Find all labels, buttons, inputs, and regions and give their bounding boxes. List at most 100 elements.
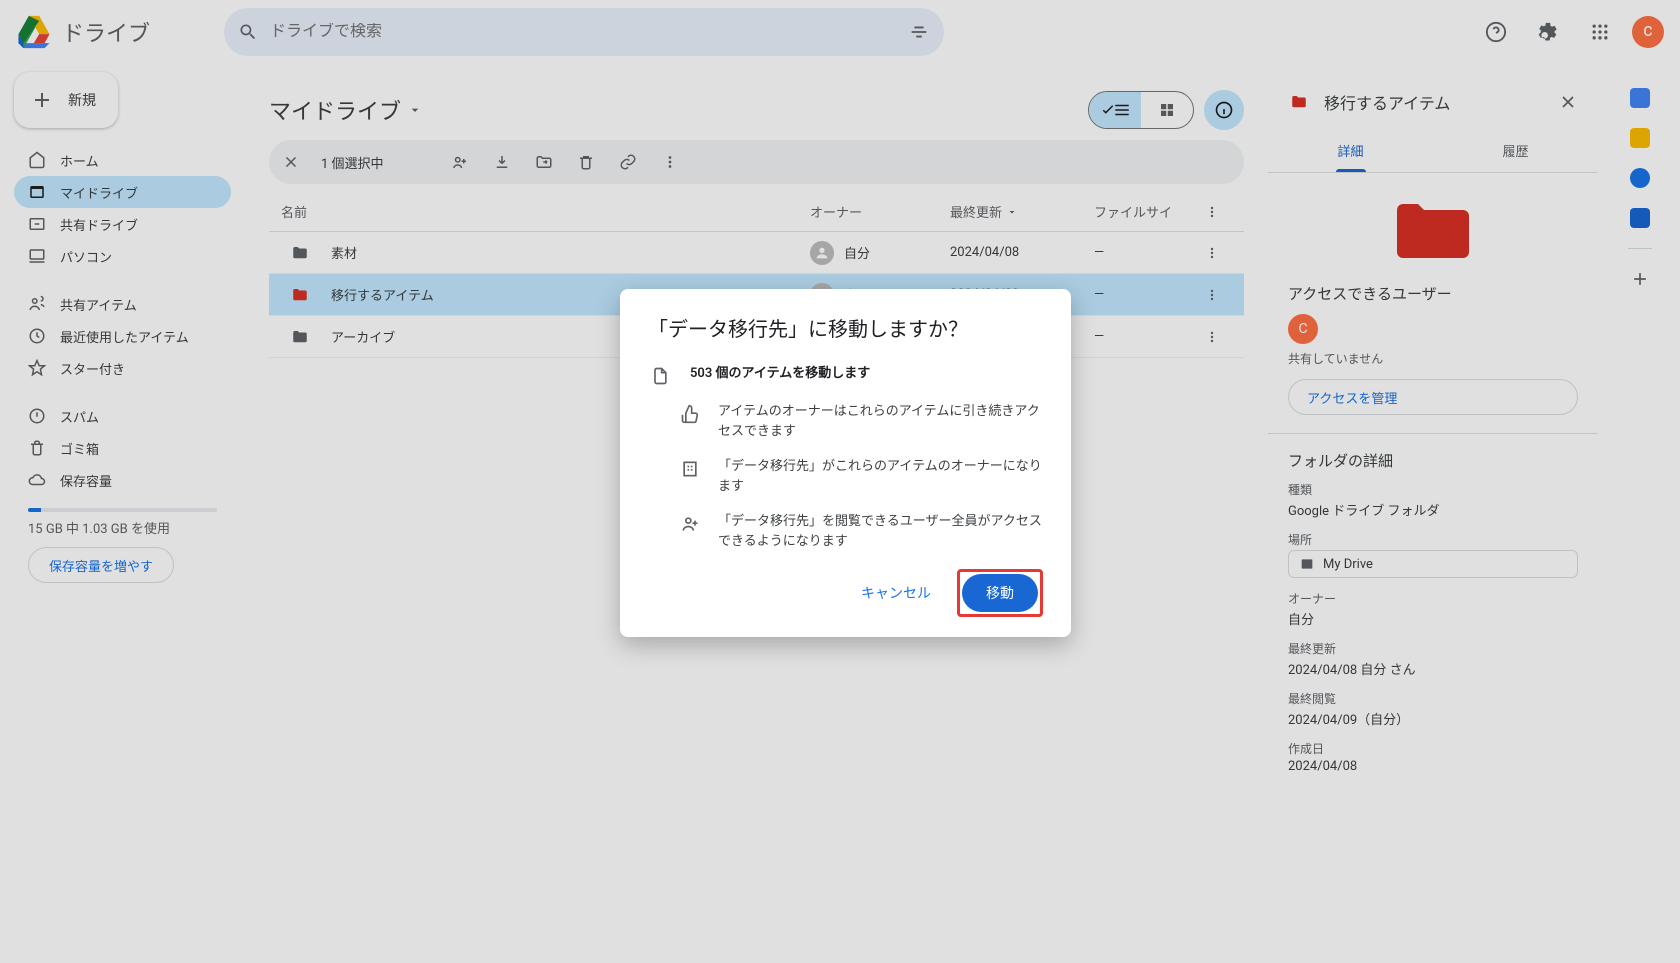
tab-history[interactable]: 履歴 — [1433, 128, 1598, 172]
tab-details[interactable]: 詳細 — [1268, 128, 1433, 172]
col-size-header[interactable]: ファイルサイ — [1094, 202, 1204, 221]
folder-icon — [289, 286, 311, 304]
storage-text: 15 GB 中 1.03 GB を使用 — [14, 518, 231, 537]
col-name-header[interactable]: 名前 — [281, 202, 307, 221]
folder-icon — [289, 244, 311, 262]
delete-button[interactable] — [574, 153, 598, 171]
link-button[interactable] — [616, 153, 640, 171]
search-icon — [238, 22, 258, 42]
grid-view-button[interactable] — [1141, 92, 1193, 128]
nav-trash[interactable]: ゴミ箱 — [14, 432, 231, 464]
dialog-title: 「データ移行先」に移動しますか？ — [648, 313, 1043, 342]
shared-drives-icon — [28, 215, 46, 233]
access-heading: アクセスできるユーザー — [1288, 283, 1578, 304]
nav-shared-drives[interactable]: 共有ドライブ — [14, 208, 231, 240]
file-check-icon — [648, 364, 672, 386]
modified-date: 2024/04/08 — [950, 245, 1094, 260]
download-button[interactable] — [490, 153, 514, 171]
calendar-app-icon[interactable] — [1630, 88, 1650, 108]
nav-spam[interactable]: スパム — [14, 400, 231, 432]
location-chip[interactable]: My Drive — [1288, 550, 1578, 578]
owner-name: 自分 — [844, 243, 870, 262]
manage-access-button[interactable]: アクセスを管理 — [1288, 379, 1578, 415]
people-icon — [28, 295, 46, 313]
details-title: 移行するアイテム — [1324, 90, 1544, 114]
row-more-button[interactable] — [1204, 245, 1244, 261]
move-confirm-button[interactable]: 移動 — [962, 574, 1038, 612]
person-add-icon — [648, 512, 700, 551]
contacts-app-icon[interactable] — [1630, 208, 1650, 228]
spam-icon — [28, 407, 46, 425]
file-size: — — [1094, 287, 1204, 302]
move-confirm-dialog: 「データ移行先」に移動しますか？ 503 個のアイテムを移動します アイテムのオ… — [620, 289, 1071, 637]
cancel-button[interactable]: キャンセル — [847, 575, 945, 611]
list-view-button[interactable] — [1089, 92, 1141, 128]
file-name: 素材 — [331, 243, 357, 262]
app-logo[interactable]: ドライブ — [16, 14, 216, 50]
account-avatar[interactable]: C — [1632, 16, 1664, 48]
sidebar: 新規 ホーム マイドライブ 共有ドライブ パソコン 共有アイテム 最近使用したア… — [0, 64, 245, 963]
drive-icon — [28, 183, 46, 201]
folder-details-heading: フォルダの詳細 — [1288, 450, 1578, 471]
nav-computers[interactable]: パソコン — [14, 240, 231, 272]
details-panel: 移行するアイテム 詳細 履歴 アクセスできるユーザー C 共有していません アク… — [1268, 74, 1598, 963]
nav-recent[interactable]: 最近使用したアイテム — [14, 320, 231, 352]
col-modified-header[interactable]: 最終更新 — [950, 202, 1094, 221]
apps-icon[interactable] — [1580, 12, 1620, 52]
nav-my-drive[interactable]: マイドライブ — [14, 176, 231, 208]
home-icon — [28, 151, 46, 169]
nav-shared[interactable]: 共有アイテム — [14, 288, 231, 320]
selection-bar: 1 個選択中 — [269, 140, 1244, 184]
more-button[interactable] — [658, 153, 682, 171]
header-actions: C — [1476, 12, 1664, 52]
plus-icon — [30, 88, 54, 112]
move-button-highlight: 移動 — [957, 569, 1043, 617]
not-shared-text: 共有していません — [1288, 350, 1578, 367]
breadcrumb[interactable]: マイドライブ — [269, 94, 423, 126]
file-name: 移行するアイテム — [331, 285, 434, 304]
row-more-button[interactable] — [1204, 287, 1244, 303]
move-button[interactable] — [532, 153, 556, 171]
table-row[interactable]: 素材 自分 2024/04/08 — — [269, 232, 1244, 274]
search-bar[interactable] — [224, 8, 944, 56]
settings-icon[interactable] — [1528, 12, 1568, 52]
app-name: ドライブ — [62, 16, 150, 48]
owner-avatar: C — [1288, 314, 1318, 344]
file-name: アーカイブ — [331, 327, 395, 346]
nav-storage[interactable]: 保存容量 — [14, 464, 231, 496]
nav-starred[interactable]: スター付き — [14, 352, 231, 384]
star-icon — [28, 359, 46, 377]
owner-avatar — [810, 241, 834, 265]
folder-icon — [289, 328, 311, 346]
table-header: 名前 オーナー 最終更新 ファイルサイ — [269, 192, 1244, 232]
thumb-up-icon — [648, 402, 700, 441]
nav-home[interactable]: ホーム — [14, 144, 231, 176]
chevron-down-icon — [407, 102, 423, 118]
drive-logo-icon — [16, 14, 52, 50]
col-owner-header[interactable]: オーナー — [810, 202, 950, 221]
add-sidepanel-button[interactable] — [1630, 269, 1650, 289]
close-details-button[interactable] — [1558, 92, 1578, 112]
row-more-button[interactable] — [1204, 329, 1244, 345]
info-toggle-button[interactable] — [1204, 90, 1244, 130]
computer-icon — [28, 247, 46, 265]
help-icon[interactable] — [1476, 12, 1516, 52]
tasks-app-icon[interactable] — [1630, 168, 1650, 188]
col-menu-header[interactable] — [1204, 204, 1244, 220]
buy-storage-button[interactable]: 保存容量を増やす — [28, 547, 174, 583]
keep-app-icon[interactable] — [1630, 128, 1650, 148]
search-options-icon[interactable] — [908, 21, 930, 43]
sort-arrow-icon — [321, 205, 335, 219]
folder-icon — [1288, 93, 1310, 111]
new-button[interactable]: 新規 — [14, 72, 118, 128]
storage-meter — [28, 508, 217, 512]
file-size: — — [1094, 329, 1204, 344]
folder-preview-icon — [1393, 201, 1473, 261]
share-button[interactable] — [448, 153, 472, 171]
selection-count: 1 個選択中 — [321, 153, 384, 172]
new-button-label: 新規 — [68, 90, 96, 110]
file-size: — — [1094, 245, 1204, 260]
trash-icon — [28, 439, 46, 457]
clear-selection-button[interactable] — [279, 153, 303, 171]
search-input[interactable] — [270, 23, 896, 41]
